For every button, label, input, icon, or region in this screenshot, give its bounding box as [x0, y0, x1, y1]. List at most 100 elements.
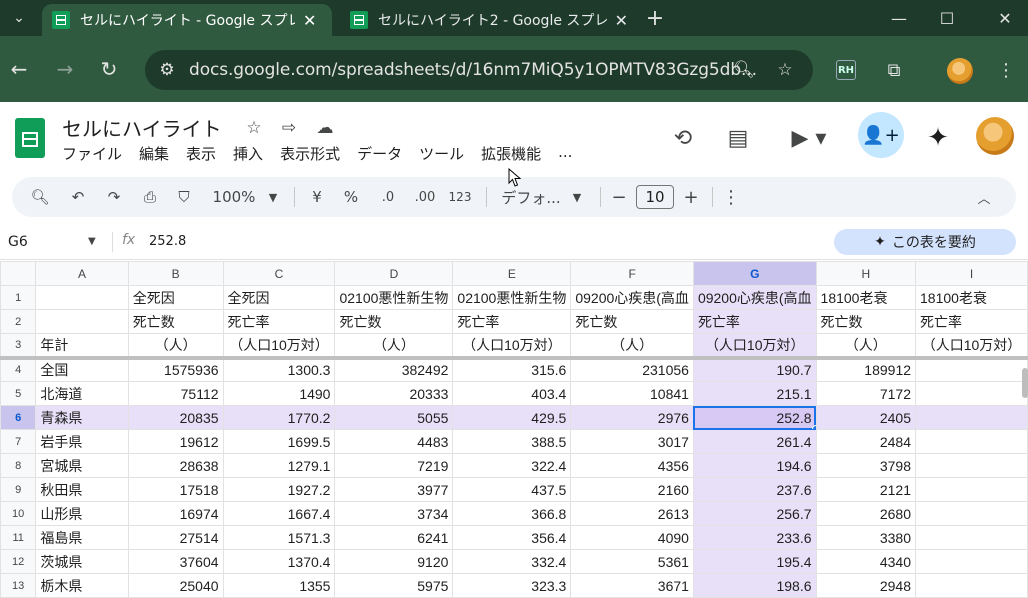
menu-data[interactable]: データ [357, 143, 402, 164]
cell-g11[interactable]: 233.6 [692, 525, 817, 550]
more-tools-icon[interactable]: ⋮ [722, 177, 740, 217]
cell-f4[interactable]: 231056 [570, 357, 694, 382]
cell-b2[interactable]: 死亡数 [127, 309, 224, 334]
cell-h11[interactable]: 3380 [815, 525, 917, 550]
close-tab-icon[interactable]: ✕ [303, 11, 316, 30]
cell-g4[interactable]: 190.7 [692, 357, 817, 382]
reload-icon[interactable]: ↻ [94, 54, 124, 84]
cell-a6[interactable]: 青森県 [35, 405, 129, 430]
cell-h9[interactable]: 2121 [815, 477, 917, 502]
cell-g5[interactable]: 215.1 [692, 381, 817, 406]
row-header[interactable]: 11 [0, 525, 37, 550]
cell-g8[interactable]: 194.6 [692, 453, 817, 478]
profile-avatar[interactable] [947, 58, 973, 84]
minimize-icon[interactable]: — [876, 0, 922, 36]
cell-e6[interactable]: 429.5 [452, 405, 572, 430]
font-size-decrease-button[interactable]: − [610, 177, 628, 217]
maximize-icon[interactable]: ☐ [924, 0, 970, 36]
row-header[interactable]: 4 [0, 357, 37, 382]
row-header[interactable]: 9 [0, 477, 37, 502]
cell-i2[interactable]: 死亡率 [915, 309, 1028, 334]
cell-e4[interactable]: 315.6 [452, 357, 572, 382]
font-size-input[interactable]: 10 [636, 185, 674, 209]
cell-a3[interactable]: 年計 [35, 333, 129, 360]
version-history-icon[interactable]: ⟲ [663, 118, 703, 158]
cell-g3[interactable]: （人口10万対） [692, 333, 817, 360]
sheet-table[interactable]: ABCDEFGHI 1 全死因 全死因 02100悪性新生物 02100悪性新生物 092… [0, 261, 1028, 598]
cell-a13[interactable]: 栃木県 [35, 573, 129, 598]
cell-i6[interactable] [915, 405, 1028, 430]
cell-i12[interactable] [915, 549, 1028, 574]
row-header[interactable]: 2 [0, 309, 37, 334]
column-header-h[interactable]: H [815, 261, 917, 286]
cell-c5[interactable]: 1490 [222, 381, 336, 406]
cell-f5[interactable]: 10841 [570, 381, 694, 406]
row-header[interactable]: 8 [0, 453, 37, 478]
vertical-scrollbar[interactable] [1022, 368, 1028, 398]
cell-h3[interactable]: （人） [815, 333, 917, 360]
column-header-c[interactable]: C [222, 261, 336, 286]
row-header[interactable]: 3 [0, 333, 37, 360]
document-title[interactable]: セルにハイライト [62, 113, 222, 142]
cell-d13[interactable]: 5975 [334, 573, 454, 598]
sheets-logo-icon[interactable] [15, 118, 45, 158]
cell-d5[interactable]: 20333 [334, 381, 454, 406]
zoom-dropdown-icon[interactable]: ▼ [266, 177, 280, 217]
cell-h2[interactable]: 死亡数 [815, 309, 917, 334]
cell-f9[interactable]: 2160 [570, 477, 694, 502]
browser-tab-active[interactable]: セルにハイライト - Google スプレッドシート ✕ [42, 4, 332, 36]
menu-file[interactable]: ファイル [62, 143, 122, 164]
menu-extensions[interactable]: 拡張機能 [481, 143, 541, 164]
cell-f8[interactable]: 4356 [570, 453, 694, 478]
cell-c4[interactable]: 1300.3 [222, 357, 336, 382]
back-icon[interactable]: ← [4, 54, 34, 84]
cell-d3[interactable]: （人） [334, 333, 454, 360]
cell-b7[interactable]: 19612 [127, 429, 224, 454]
cell-d6[interactable]: 5055 [334, 405, 454, 430]
star-icon[interactable]: ☆ [242, 116, 266, 140]
cell-i1[interactable]: 18100老衰 [915, 285, 1028, 310]
cell-a10[interactable]: 山形県 [35, 501, 129, 526]
summarize-table-button[interactable]: ✦ この表を要約 [834, 229, 1016, 255]
font-size-increase-button[interactable]: + [682, 177, 700, 217]
cell-h8[interactable]: 3798 [815, 453, 917, 478]
menu-view[interactable]: 表示 [186, 143, 216, 164]
gemini-sparkle-icon[interactable]: ✦ [918, 118, 958, 158]
browser-menu-icon[interactable]: ⋮ [992, 56, 1020, 84]
cell-d11[interactable]: 6241 [334, 525, 454, 550]
cell-c11[interactable]: 1571.3 [222, 525, 336, 550]
column-header-g[interactable]: G [692, 261, 817, 286]
spreadsheet-grid[interactable]: ABCDEFGHI 1 全死因 全死因 02100悪性新生物 02100悪性新生物 092… [0, 261, 1028, 598]
account-avatar[interactable] [976, 117, 1014, 155]
bookmark-star-icon[interactable]: ☆ [771, 56, 799, 84]
cell-h10[interactable]: 2680 [815, 501, 917, 526]
share-button[interactable]: 👤+ [858, 112, 904, 158]
cell-g13[interactable]: 198.6 [692, 573, 817, 598]
cell-b3[interactable]: （人） [127, 333, 224, 360]
rh-extension-icon[interactable]: RH [836, 60, 856, 80]
cell-h5[interactable]: 7172 [815, 381, 917, 406]
column-header-e[interactable]: E [452, 261, 572, 286]
cell-d1[interactable]: 02100悪性新生物 [334, 285, 454, 310]
fill-handle[interactable] [811, 425, 816, 429]
cell-h4[interactable]: 189912 [815, 357, 917, 382]
cell-a4[interactable]: 全国 [35, 357, 129, 382]
column-header-d[interactable]: D [334, 261, 454, 286]
cell-a5[interactable]: 北海道 [35, 381, 129, 406]
cell-e5[interactable]: 403.4 [452, 381, 572, 406]
row-header[interactable]: 5 [0, 381, 37, 406]
cell-a9[interactable]: 秋田県 [35, 477, 129, 502]
cell-i11[interactable] [915, 525, 1028, 550]
cell-f10[interactable]: 2613 [570, 501, 694, 526]
cell-i8[interactable] [915, 453, 1028, 478]
cell-b12[interactable]: 37604 [127, 549, 224, 574]
extensions-puzzle-icon[interactable]: ⧉ [880, 56, 908, 84]
cell-i4[interactable] [915, 357, 1028, 382]
cell-a1[interactable] [35, 285, 129, 310]
cell-e9[interactable]: 437.5 [452, 477, 572, 502]
row-header[interactable]: 13 [0, 573, 37, 598]
zoom-search-icon[interactable]: 🔍︎ [730, 56, 758, 84]
cell-f13[interactable]: 3671 [570, 573, 694, 598]
cell-g7[interactable]: 261.4 [692, 429, 817, 454]
redo-icon[interactable]: ↷ [102, 177, 126, 217]
